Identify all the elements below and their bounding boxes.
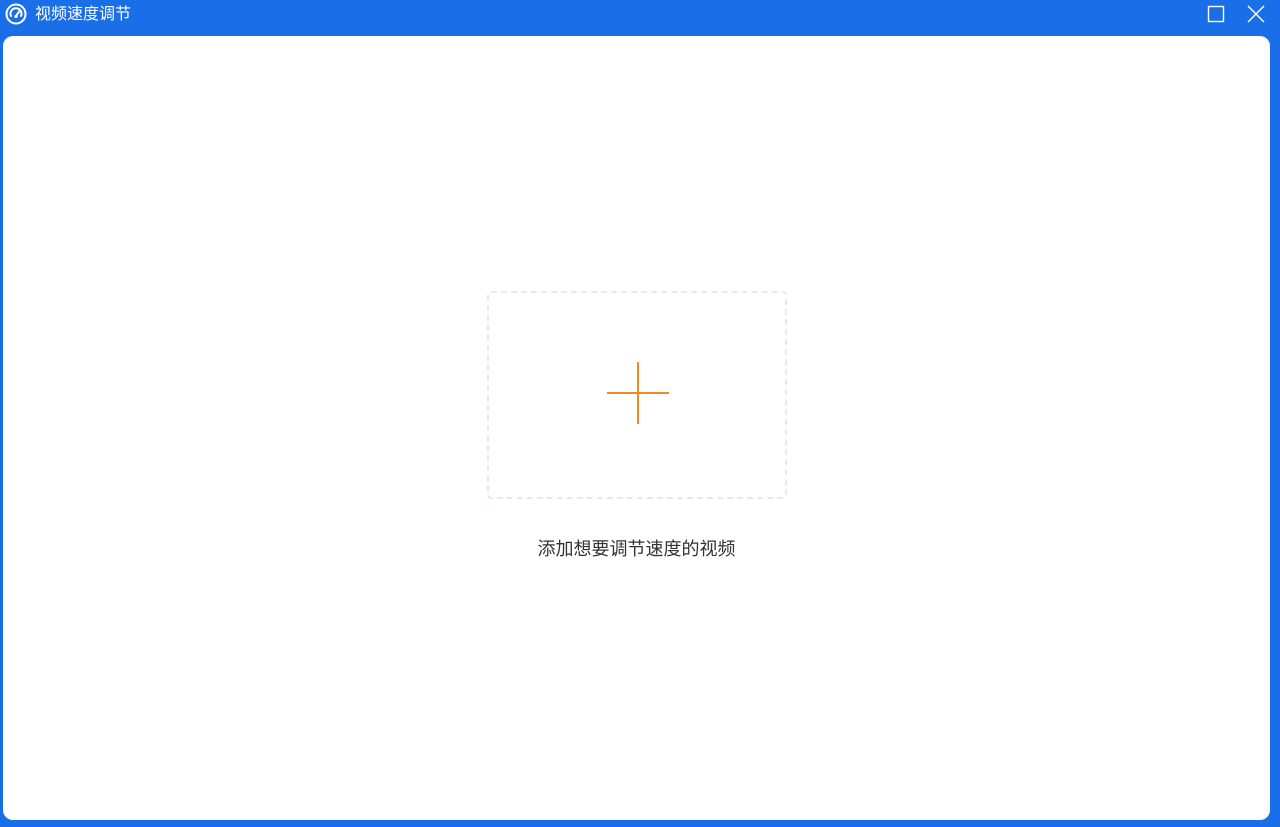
main-content: 添加想要调节速度的视频	[3, 36, 1270, 820]
maximize-button[interactable]	[1205, 3, 1227, 25]
speedometer-icon	[5, 3, 27, 25]
close-icon	[1247, 5, 1265, 23]
close-button[interactable]	[1245, 3, 1267, 25]
title-bar: 视频速度调节	[0, 0, 1280, 36]
window-title: 视频速度调节	[35, 4, 132, 23]
add-video-hint: 添加想要调节速度的视频	[537, 539, 736, 560]
maximize-icon	[1207, 5, 1225, 23]
add-video-drop-zone[interactable]	[487, 291, 787, 499]
plus-icon	[607, 362, 669, 424]
